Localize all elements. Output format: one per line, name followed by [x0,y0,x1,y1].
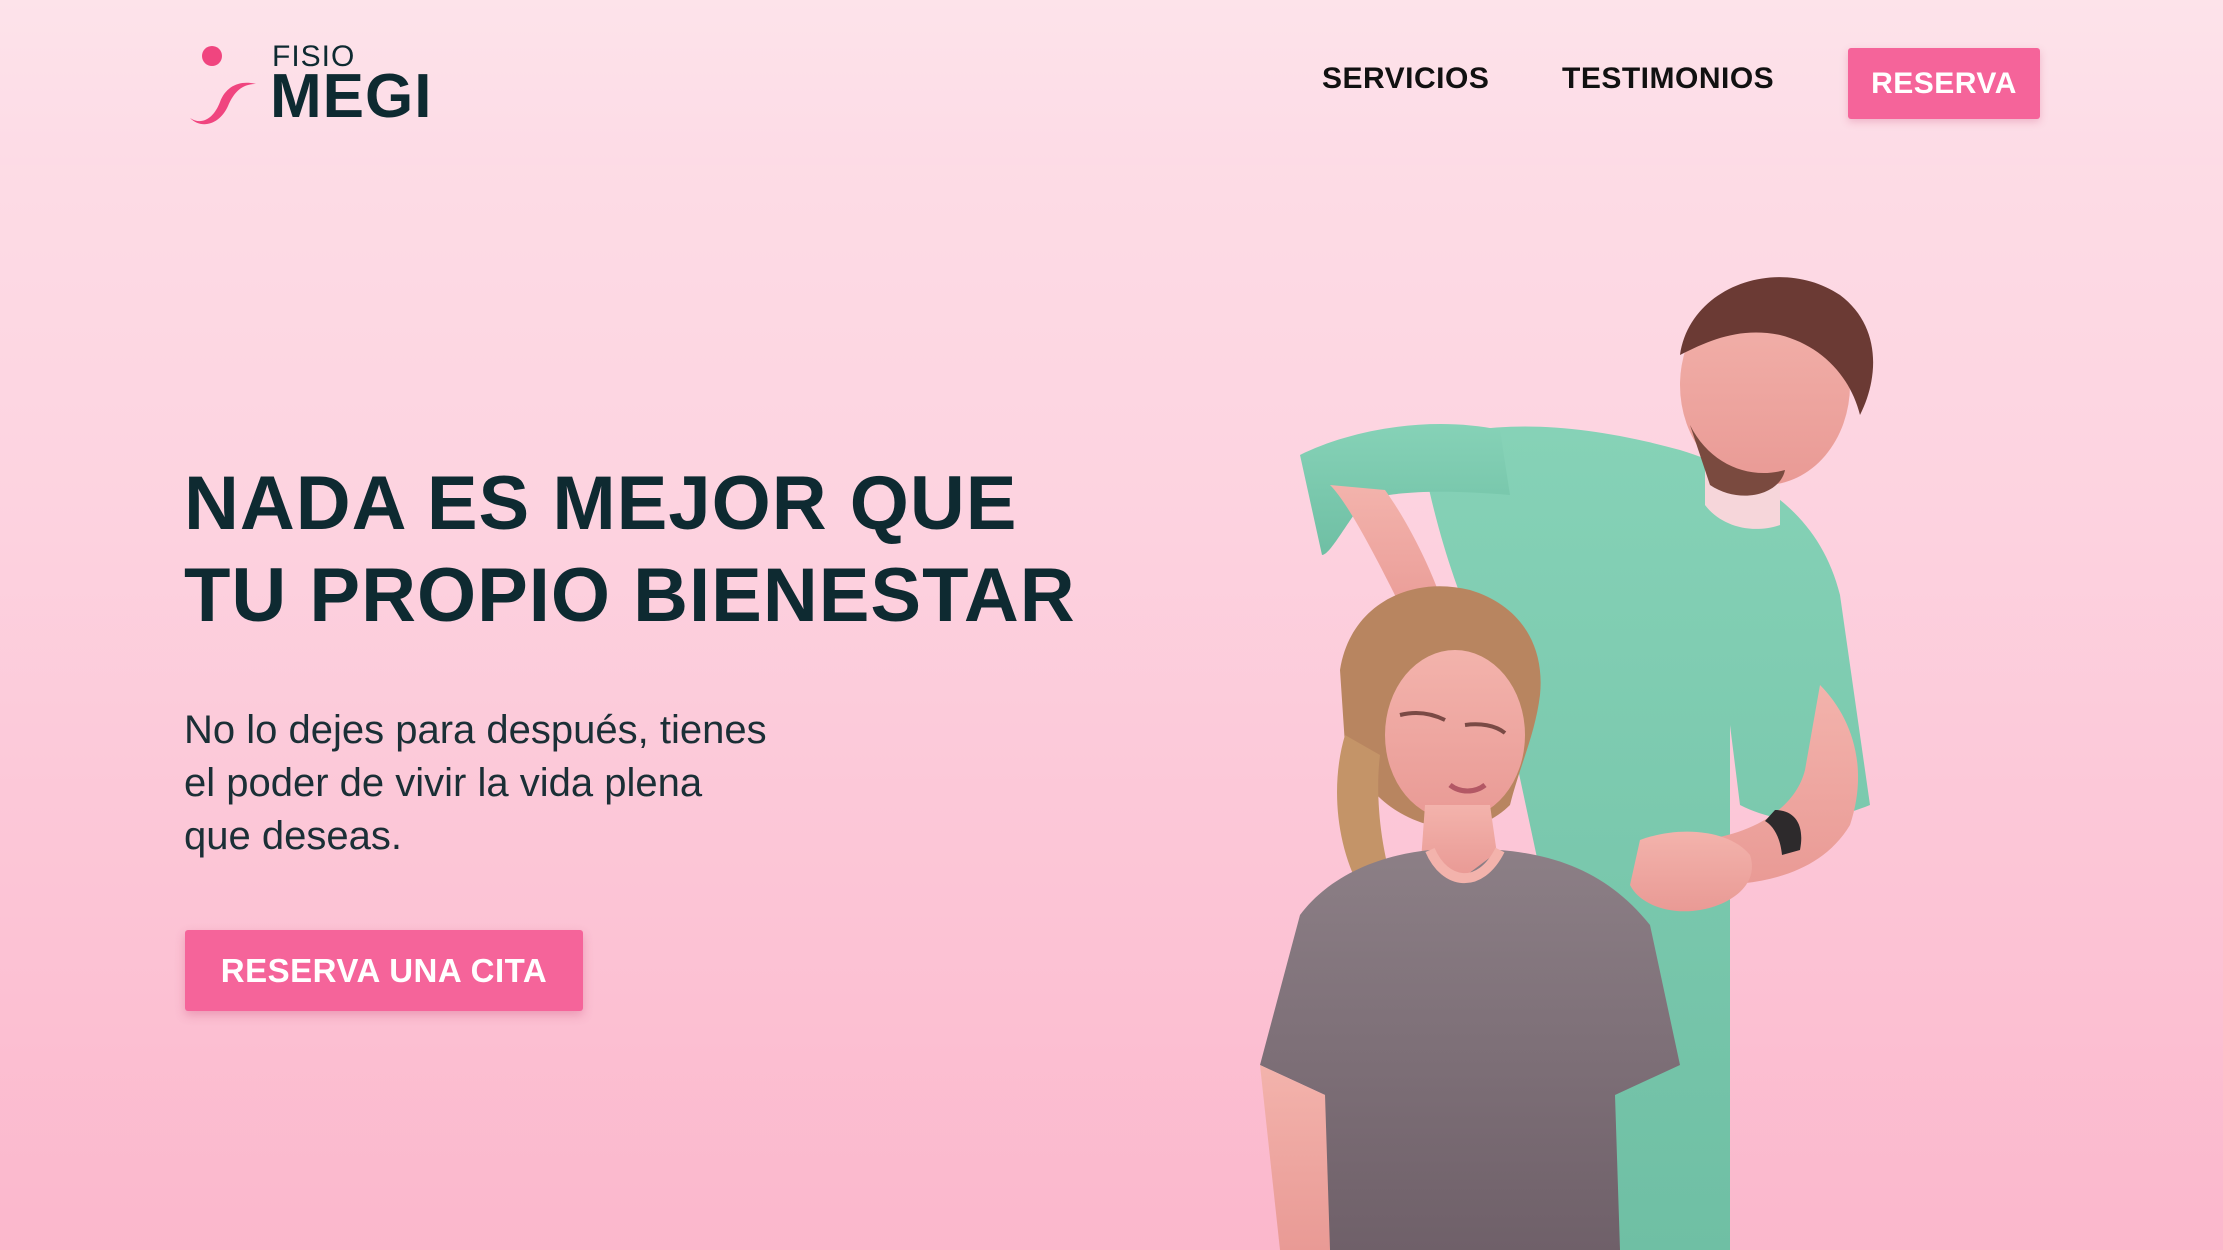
logo-mark-icon [190,46,256,125]
brand-logo[interactable]: FISIO MEGI [184,40,454,130]
nav-servicios-link[interactable]: SERVICIOS [1322,62,1489,96]
hero-headline-line-1: NADA ES MEJOR QUE [184,461,1018,546]
hero-subtext-line-3: que deseas. [184,814,402,858]
reserve-appointment-button[interactable]: RESERVA UNA CITA [185,930,583,1011]
hero-subtext-line-1: No lo dejes para después, tienes [184,708,767,752]
hero-subtext: No lo dejes para después, tienes el pode… [184,704,767,863]
hero-image [1260,277,1874,1250]
nav-testimonios-link[interactable]: TESTIMONIOS [1562,62,1774,96]
logo-big-text: MEGI [270,62,433,131]
hero-headline-line-2: TU PROPIO BIENESTAR [184,553,1076,638]
nav-reserva-button[interactable]: RESERVA [1848,48,2040,119]
hero-headline: NADA ES MEJOR QUE TU PROPIO BIENESTAR [184,458,1076,642]
hero-subtext-line-2: el poder de vivir la vida plena [184,761,703,805]
site-header: FISIO MEGI SERVICIOS TESTIMONIOS RESERVA [0,0,2223,165]
